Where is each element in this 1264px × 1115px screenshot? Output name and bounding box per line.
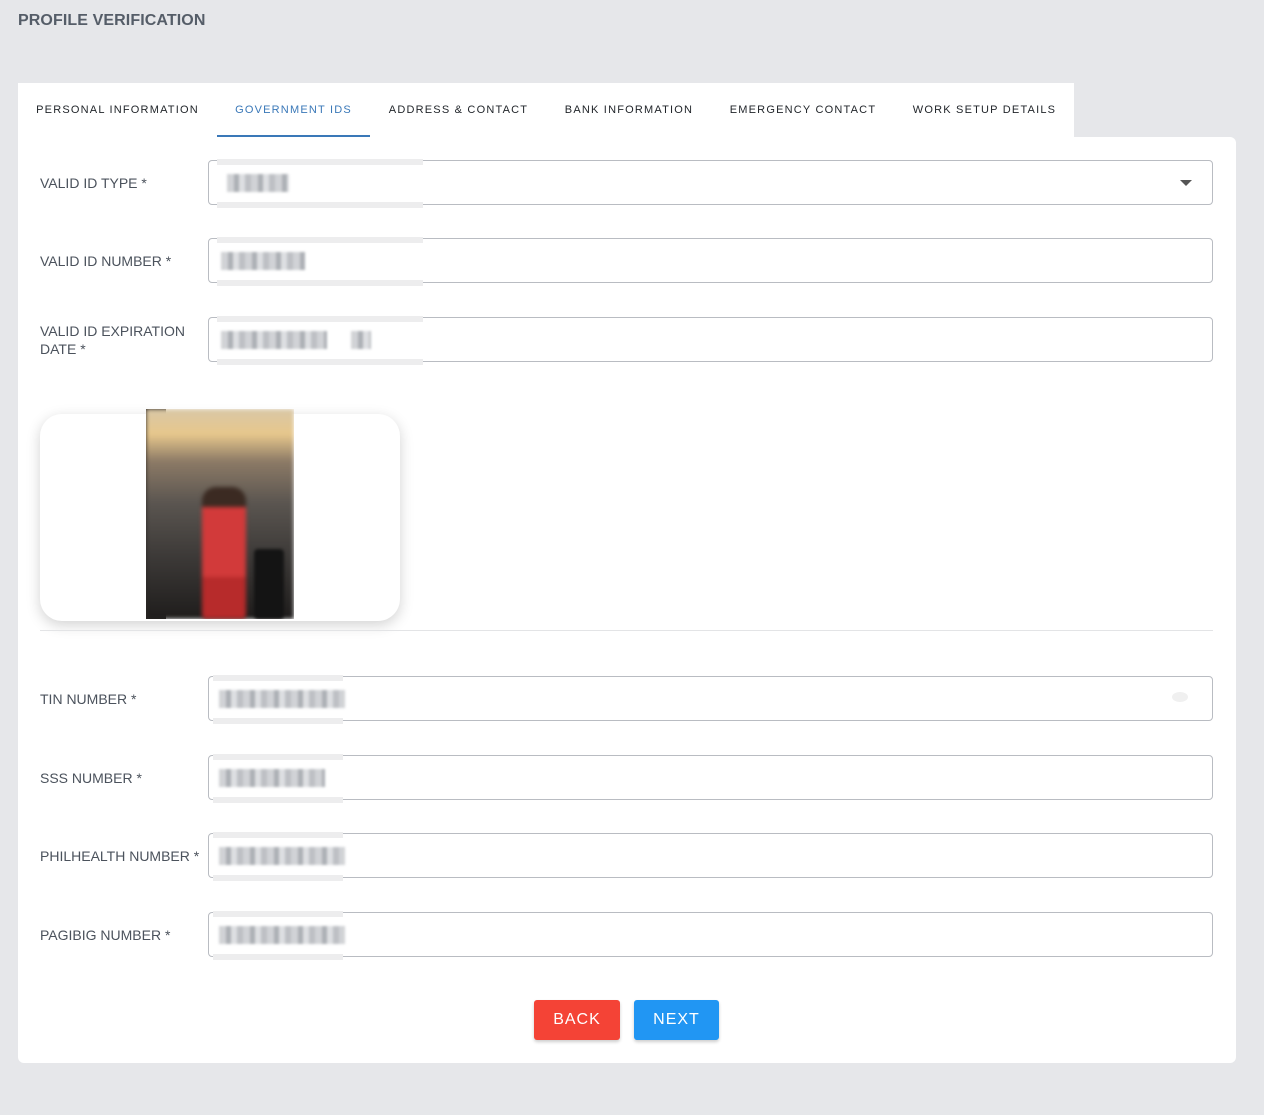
sss-number-row: SSS NUMBER * <box>40 754 1213 803</box>
page-title: PROFILE VERIFICATION <box>18 12 206 29</box>
form-card: VALID ID TYPE * VALID ID NUMBER * VALID … <box>18 137 1236 1063</box>
redacted-value <box>219 925 345 944</box>
eye-icon[interactable] <box>1172 692 1188 702</box>
sss-number-label: SSS NUMBER * <box>40 769 142 786</box>
tab-emergency-contact[interactable]: EMERGENCY CONTACT <box>711 83 895 137</box>
valid-id-type-select[interactable] <box>208 159 1213 208</box>
valid-id-type-label: VALID ID TYPE * <box>40 174 147 191</box>
redacted-value <box>219 689 345 708</box>
sss-number-input[interactable] <box>208 754 1213 803</box>
redacted-value <box>219 846 345 865</box>
pagibig-number-label: PAGIBIG NUMBER * <box>40 926 171 943</box>
redacted-value <box>221 251 305 270</box>
tab-bank-information[interactable]: BANK INFORMATION <box>547 83 711 137</box>
pagibig-number-input[interactable] <box>208 911 1213 960</box>
valid-id-number-label: VALID ID NUMBER * <box>40 252 172 269</box>
philhealth-number-input[interactable] <box>208 832 1213 881</box>
next-button[interactable]: NEXT <box>634 1000 719 1040</box>
redacted-value <box>219 768 325 787</box>
philhealth-number-label: PHILHEALTH NUMBER * <box>40 847 200 864</box>
pagibig-number-row: PAGIBIG NUMBER * <box>40 911 1213 960</box>
tab-work-setup-details[interactable]: WORK SETUP DETAILS <box>895 83 1074 137</box>
tab-address-contact[interactable]: ADDRESS & CONTACT <box>370 83 547 137</box>
valid-id-expiration-label: VALID ID EXPIRATION DATE * <box>40 322 185 357</box>
tin-number-label: TIN NUMBER * <box>40 690 137 707</box>
id-photo[interactable] <box>146 409 294 619</box>
section-divider <box>40 630 1213 631</box>
tab-personal-information[interactable]: PERSONAL INFORMATION <box>18 83 217 137</box>
tin-number-row: TIN NUMBER * <box>40 675 1213 724</box>
tin-number-input[interactable] <box>208 675 1213 724</box>
caret-down-icon[interactable] <box>1180 180 1192 186</box>
back-button[interactable]: BACK <box>534 1000 620 1040</box>
id-photo-card <box>40 409 400 621</box>
redacted-value <box>227 173 289 192</box>
valid-id-expiration-row: VALID ID EXPIRATION DATE * <box>40 316 1213 365</box>
valid-id-number-input[interactable] <box>208 237 1213 286</box>
valid-id-number-row: VALID ID NUMBER * <box>40 237 1213 286</box>
redacted-value <box>351 330 371 349</box>
redacted-value <box>221 330 327 349</box>
philhealth-number-row: PHILHEALTH NUMBER * <box>40 832 1213 881</box>
tab-government-ids[interactable]: GOVERNMENT IDS <box>217 83 370 137</box>
tab-bar: PERSONAL INFORMATION GOVERNMENT IDS ADDR… <box>18 83 1074 137</box>
valid-id-expiration-input[interactable] <box>208 316 1213 365</box>
valid-id-type-row: VALID ID TYPE * <box>40 159 1213 208</box>
